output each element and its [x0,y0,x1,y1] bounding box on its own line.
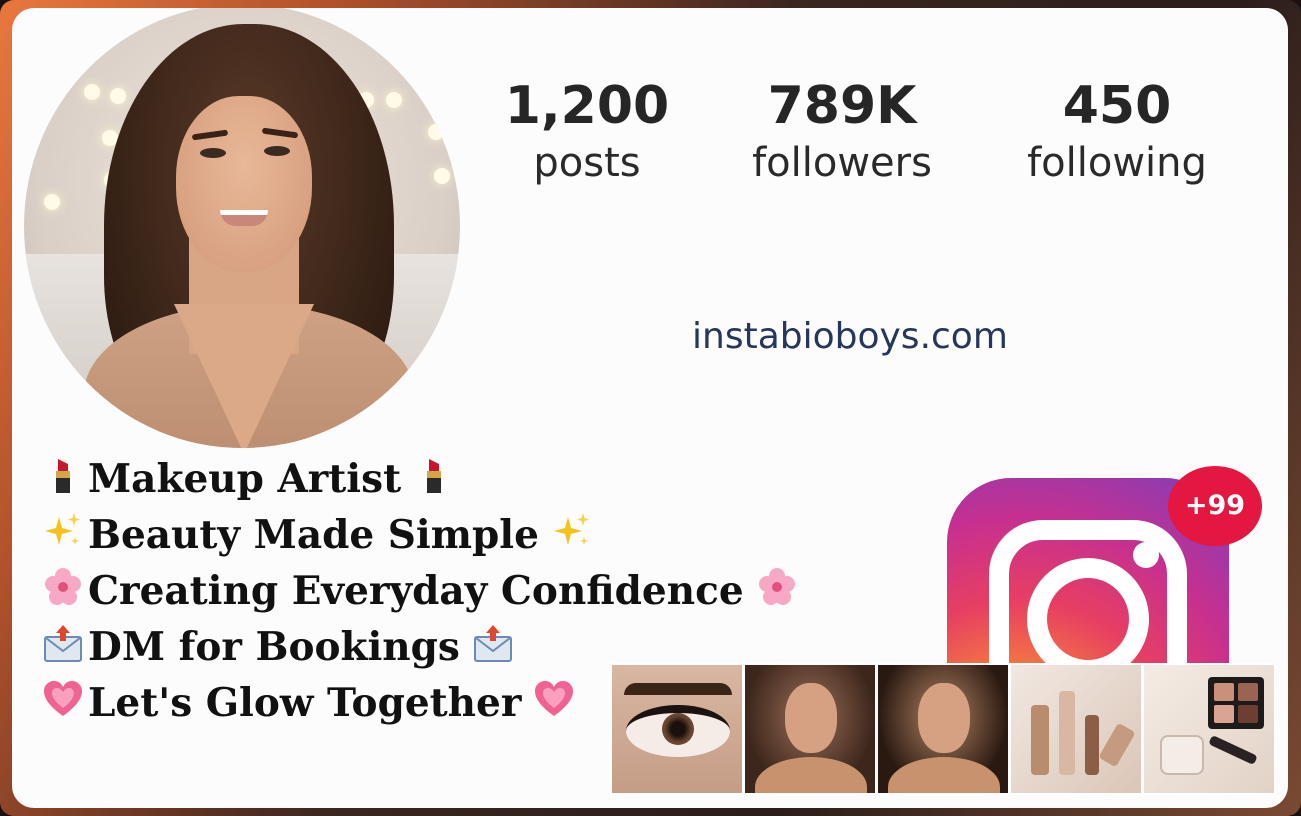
sparkles-icon [553,513,589,545]
shoulders [888,757,1000,793]
growing-heart-icon [535,681,574,716]
posts-count: 1,200 [504,76,670,136]
stat-following[interactable]: 450 following [1002,76,1232,190]
bio-line: Beauty Made Simple [38,504,838,560]
bio-line: Creating Everyday Confidence [38,560,838,616]
cherry-blossom-icon [45,568,81,605]
bio-text: Beauty Made Simple [88,512,539,558]
vanity-bulb [110,88,126,104]
logo-dot [1133,542,1159,568]
face [176,96,312,272]
post-thumbnail-portrait[interactable] [745,665,875,793]
product [1098,722,1136,768]
profile-card: 1,200 posts 789K followers 450 following… [12,8,1288,808]
product [1208,734,1258,766]
stat-followers[interactable]: 789K followers [727,76,957,190]
posts-label: posts [533,140,641,186]
eye [264,146,290,156]
notification-badge[interactable]: +99 [1168,466,1262,546]
bio-text: Makeup Artist [88,456,402,502]
logo-lens [1027,558,1149,680]
product [1085,715,1099,775]
bio-line: Makeup Artist [38,448,838,504]
sparkles-icon [45,513,80,545]
post-thumbnail-portrait[interactable] [878,665,1008,793]
face [785,683,837,753]
post-thumbnail-eye-makeup[interactable] [612,665,742,793]
following-count: 450 [1062,76,1172,136]
eye [200,148,226,158]
vanity-bulb [434,168,450,184]
bio-text: Creating Everyday Confidence [88,568,744,614]
following-label: following [1027,140,1207,186]
product [1031,705,1049,775]
shoulders [755,757,867,793]
product [1059,691,1075,775]
followers-label: followers [752,140,932,186]
envelope-outgoing-icon [44,625,82,662]
avatar[interactable] [24,8,460,448]
profile-link[interactable]: instabioboys.com [692,316,1008,357]
vanity-bulb [44,194,60,210]
post-thumbnail-palette[interactable] [1144,665,1274,793]
card-frame: 1,200 posts 789K followers 450 following… [0,0,1301,816]
post-thumbnail-products[interactable] [1011,665,1141,793]
cherry-blossom-icon [758,568,795,605]
bio-text: Let's Glow Together [88,680,522,726]
eyebrow [624,683,732,695]
product [1160,735,1204,775]
stat-posts[interactable]: 1,200 posts [482,76,692,190]
followers-count: 789K [767,76,917,136]
growing-heart-icon [44,681,82,716]
vanity-bulb [428,124,444,140]
post-grid [610,663,1276,795]
vanity-bulb [386,92,402,108]
lipstick-icon [427,459,442,493]
bio-text: DM for Bookings [88,624,460,670]
face [918,683,970,753]
lipstick-icon [56,459,70,493]
iris [662,713,694,745]
eyeshadow-palette [1208,677,1264,729]
envelope-outgoing-icon [473,625,512,662]
vanity-bulb [84,84,100,100]
